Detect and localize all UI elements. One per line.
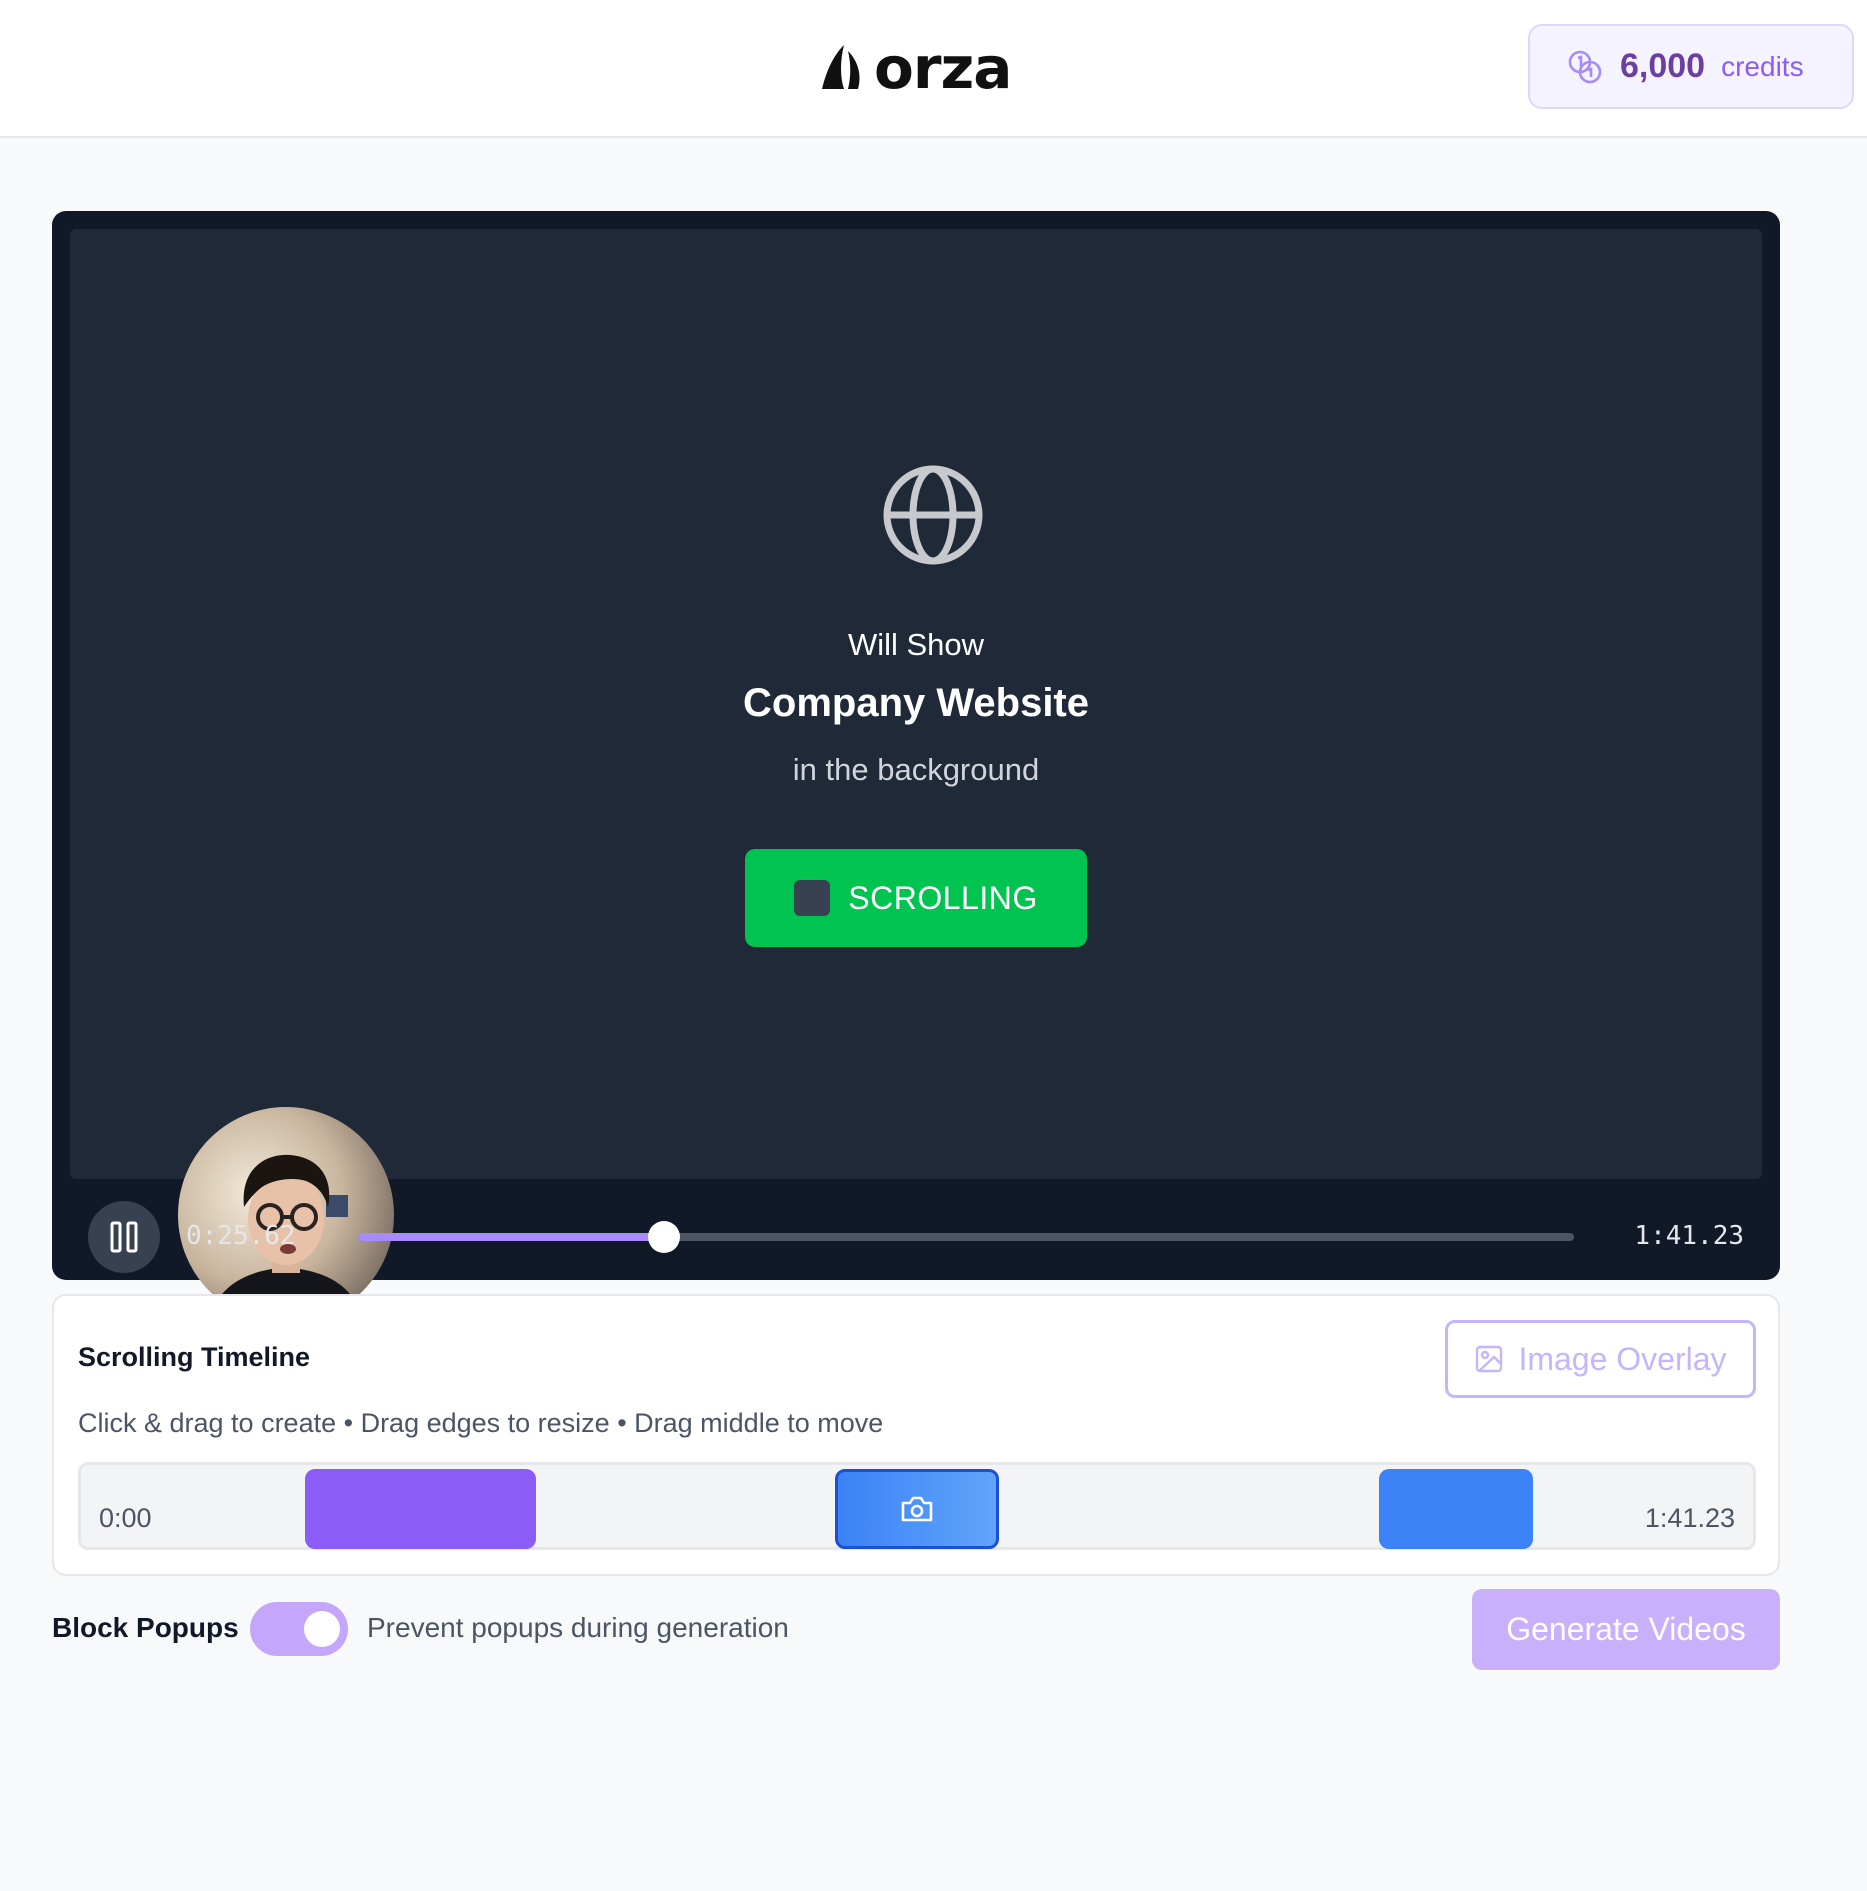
image-overlay-button[interactable]: Image Overlay: [1445, 1320, 1756, 1398]
timeline-segment[interactable]: [305, 1469, 536, 1549]
coins-icon: [1568, 50, 1602, 83]
stop-icon: [794, 880, 831, 916]
scrolling-indicator-button[interactable]: SCROLLING: [745, 849, 1087, 947]
block-popups-description: Prevent popups during generation: [367, 1612, 789, 1643]
sail-logo-icon: [822, 45, 860, 89]
timeline-instructions: Click & drag to create • Drag edges to r…: [78, 1408, 884, 1438]
seek-bar-progress: [358, 1233, 665, 1241]
block-popups-label: Block Popups: [52, 1612, 239, 1643]
generate-videos-button[interactable]: Generate Videos: [1472, 1589, 1780, 1670]
scrolling-timeline-panel: Scrolling Timeline Image Overlay Click &…: [52, 1294, 1780, 1576]
top-bar: orza 6,000 credits: [0, 0, 1867, 138]
timeline-title: Scrolling Timeline: [78, 1342, 311, 1372]
preview-caption: Will Show: [847, 627, 985, 662]
credits-label: credits: [1721, 50, 1804, 82]
orza-logo[interactable]: orza: [818, 34, 1012, 102]
globe-icon: [883, 465, 983, 565]
preview-subcaption: in the background: [792, 752, 1040, 787]
scrolling-label: SCROLLING: [848, 879, 1038, 916]
current-time: 0:25.62: [186, 1221, 296, 1251]
video-preview[interactable]: Will Show Company Website in the backgro…: [70, 229, 1762, 1179]
timeline-segment-image-overlay[interactable]: [835, 1469, 999, 1549]
camera-icon: [901, 1496, 933, 1522]
pause-button[interactable]: [88, 1201, 160, 1273]
image-overlay-label: Image Overlay: [1518, 1340, 1727, 1377]
credits-amount: 6,000: [1620, 47, 1706, 85]
pause-icon: [110, 1221, 138, 1253]
preview-title: Company Website: [743, 681, 1089, 725]
timeline-track[interactable]: 0:00 1:41.23: [78, 1462, 1756, 1550]
block-popups-toggle[interactable]: [250, 1602, 348, 1656]
timeline-segment[interactable]: [1379, 1469, 1533, 1549]
credits-badge[interactable]: 6,000 credits: [1528, 24, 1854, 109]
timeline-start-time: 0:00: [99, 1503, 152, 1533]
seek-bar[interactable]: [358, 1221, 1574, 1253]
toggle-knob: [304, 1611, 340, 1647]
total-duration: 1:41.23: [1634, 1221, 1744, 1251]
seek-handle[interactable]: [648, 1221, 681, 1253]
image-icon: [1476, 1345, 1503, 1373]
video-player: Will Show Company Website in the backgro…: [52, 211, 1780, 1323]
logo-text: orza: [874, 34, 1012, 102]
timeline-end-time: 1:41.23: [1644, 1503, 1735, 1533]
player-controls: 0:25.62 1:41.23: [52, 1189, 1780, 1280]
